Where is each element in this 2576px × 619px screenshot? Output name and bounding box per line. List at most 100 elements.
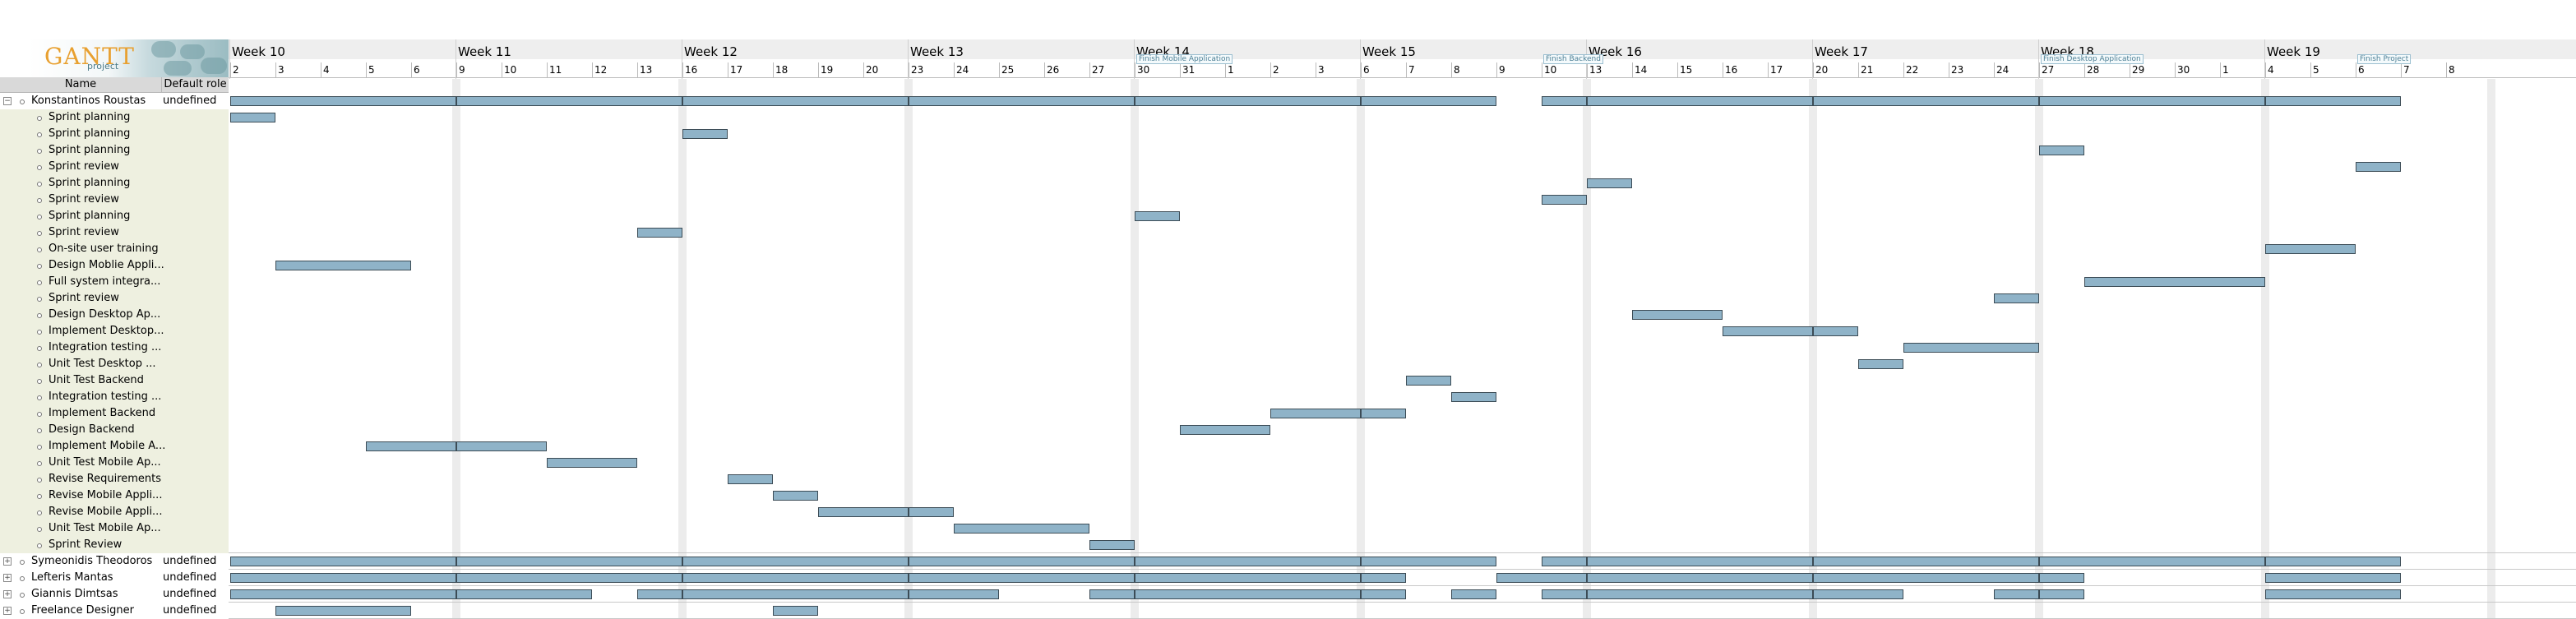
assignment-bar[interactable] [909,96,1135,106]
assignment-bar[interactable] [1270,409,1361,418]
assignment-row[interactable]: Design Backend [0,422,229,438]
assignment-row[interactable]: Sprint review [0,224,229,241]
assignment-bar[interactable] [1135,96,1361,106]
assignment-row[interactable]: Full system integra... [0,274,229,290]
milestone-flag[interactable]: Finish Desktop Application [2041,54,2144,64]
assignment-row[interactable]: Sprint planning [0,208,229,224]
assignment-row[interactable]: Implement Backend [0,405,229,422]
assignment-bar[interactable] [2084,277,2265,287]
assignment-bar[interactable] [230,96,456,106]
assignment-row[interactable]: Sprint planning [0,175,229,192]
assignment-bar[interactable] [2356,162,2401,172]
assignment-bar[interactable] [1135,557,1361,566]
assignment-bar[interactable] [2265,557,2401,566]
assignment-row[interactable]: Design Desktop Ap... [0,307,229,323]
assignment-bar[interactable] [682,557,909,566]
assignment-row[interactable]: Revise Mobile Appli... [0,504,229,520]
collapse-icon[interactable]: − [3,97,12,105]
assignment-bar[interactable] [1723,326,1813,336]
assignment-bar[interactable] [1361,96,1496,106]
assignment-bar[interactable] [682,589,909,599]
assignment-bar[interactable] [456,589,592,599]
assignment-bar[interactable] [230,589,456,599]
assignment-row[interactable]: Implement Mobile A... [0,438,229,455]
resource-row[interactable]: + Freelance Designer undefined [0,603,229,619]
assignment-row[interactable]: Revise Requirements [0,471,229,487]
assignment-bar[interactable] [1903,343,2039,353]
assignment-row[interactable]: Revise Mobile Appli... [0,487,229,504]
assignment-bar[interactable] [1813,557,2039,566]
assignment-bar[interactable] [2039,573,2084,583]
assignment-bar[interactable] [1361,573,1406,583]
assignment-row[interactable]: Sprint review [0,159,229,175]
assignment-bar[interactable] [456,557,682,566]
assignment-bar[interactable] [954,524,1089,534]
column-header-name[interactable]: Name [0,77,162,93]
assignment-bar[interactable] [909,573,1135,583]
milestone-flag[interactable]: Finish Project [2357,54,2412,64]
assignment-bar[interactable] [2265,244,2356,254]
gantt-chart-area[interactable]: Week 10 Week 11 Week 12 Week 13 Week 14 Week … [229,0,2576,619]
assignment-bar[interactable] [1813,589,1903,599]
assignment-bar[interactable] [1994,589,2039,599]
assignment-bar[interactable] [1587,573,1813,583]
assignment-bar[interactable] [773,491,818,501]
assignment-bar[interactable] [275,606,411,616]
milestone-flag[interactable]: Finish Backend [1543,54,1603,64]
assignment-bar[interactable] [2265,589,2401,599]
assignment-bar[interactable] [1587,589,1813,599]
assignment-bar[interactable] [230,113,275,122]
assignment-bar[interactable] [366,441,456,451]
assignment-bar[interactable] [1542,589,1587,599]
assignment-bar[interactable] [1135,589,1361,599]
column-header-default-role[interactable]: Default role [162,77,229,93]
assignment-bar[interactable] [1542,557,1587,566]
assignment-bar[interactable] [682,573,909,583]
assignment-bar[interactable] [682,129,728,139]
assignment-bar[interactable] [230,557,456,566]
milestone-flag[interactable]: Finish Mobile Application [1136,54,1233,64]
expand-icon[interactable]: + [3,557,12,566]
assignment-bar[interactable] [1858,359,1903,369]
assignment-bar[interactable] [909,589,999,599]
assignment-bar[interactable] [2265,573,2401,583]
assignment-bar[interactable] [1632,310,1723,320]
assignment-bar[interactable] [1587,178,1632,188]
assignment-bar[interactable] [1361,409,1406,418]
assignment-bar[interactable] [2039,557,2265,566]
assignment-bar[interactable] [456,96,682,106]
assignment-row[interactable]: Unit Test Mobile Ap... [0,455,229,471]
assignment-row[interactable]: On-site user training [0,241,229,257]
expand-icon[interactable]: + [3,574,12,582]
assignment-bar[interactable] [1813,326,1858,336]
assignment-bar[interactable] [1813,96,2039,106]
assignment-bar[interactable] [1994,293,2039,303]
assignment-bar[interactable] [1361,557,1496,566]
assignment-bar[interactable] [2039,589,2084,599]
assignment-bar[interactable] [818,507,909,517]
resource-row[interactable]: + Giannis Dimtsas undefined [0,586,229,603]
assignment-bar[interactable] [1406,376,1451,386]
assignment-bar[interactable] [1587,557,1813,566]
assignment-bar[interactable] [1180,425,1270,435]
assignment-bar[interactable] [1451,392,1496,402]
assignment-row[interactable]: Unit Test Mobile Ap... [0,520,229,537]
assignment-bar[interactable] [909,557,1135,566]
assignment-bar[interactable] [1587,96,1813,106]
assignment-bar[interactable] [1135,573,1361,583]
assignment-row[interactable]: Sprint planning [0,126,229,142]
assignment-bar[interactable] [547,458,637,468]
assignment-bar[interactable] [1089,540,1135,550]
resource-row[interactable]: − Konstantinos Roustas undefined [0,93,229,109]
assignment-bar[interactable] [773,606,818,616]
assignment-bar[interactable] [637,589,682,599]
assignment-bar[interactable] [456,441,547,451]
expand-icon[interactable]: + [3,607,12,615]
assignment-bar[interactable] [230,573,456,583]
assignment-bar[interactable] [2039,96,2265,106]
resource-row[interactable]: + Symeonidis Theodoros undefined [0,553,229,570]
assignment-row[interactable]: Sprint Review [0,537,229,553]
assignment-row[interactable]: Sprint review [0,192,229,208]
assignment-bar[interactable] [1089,589,1135,599]
assignment-row[interactable]: Integration testing ... [0,389,229,405]
